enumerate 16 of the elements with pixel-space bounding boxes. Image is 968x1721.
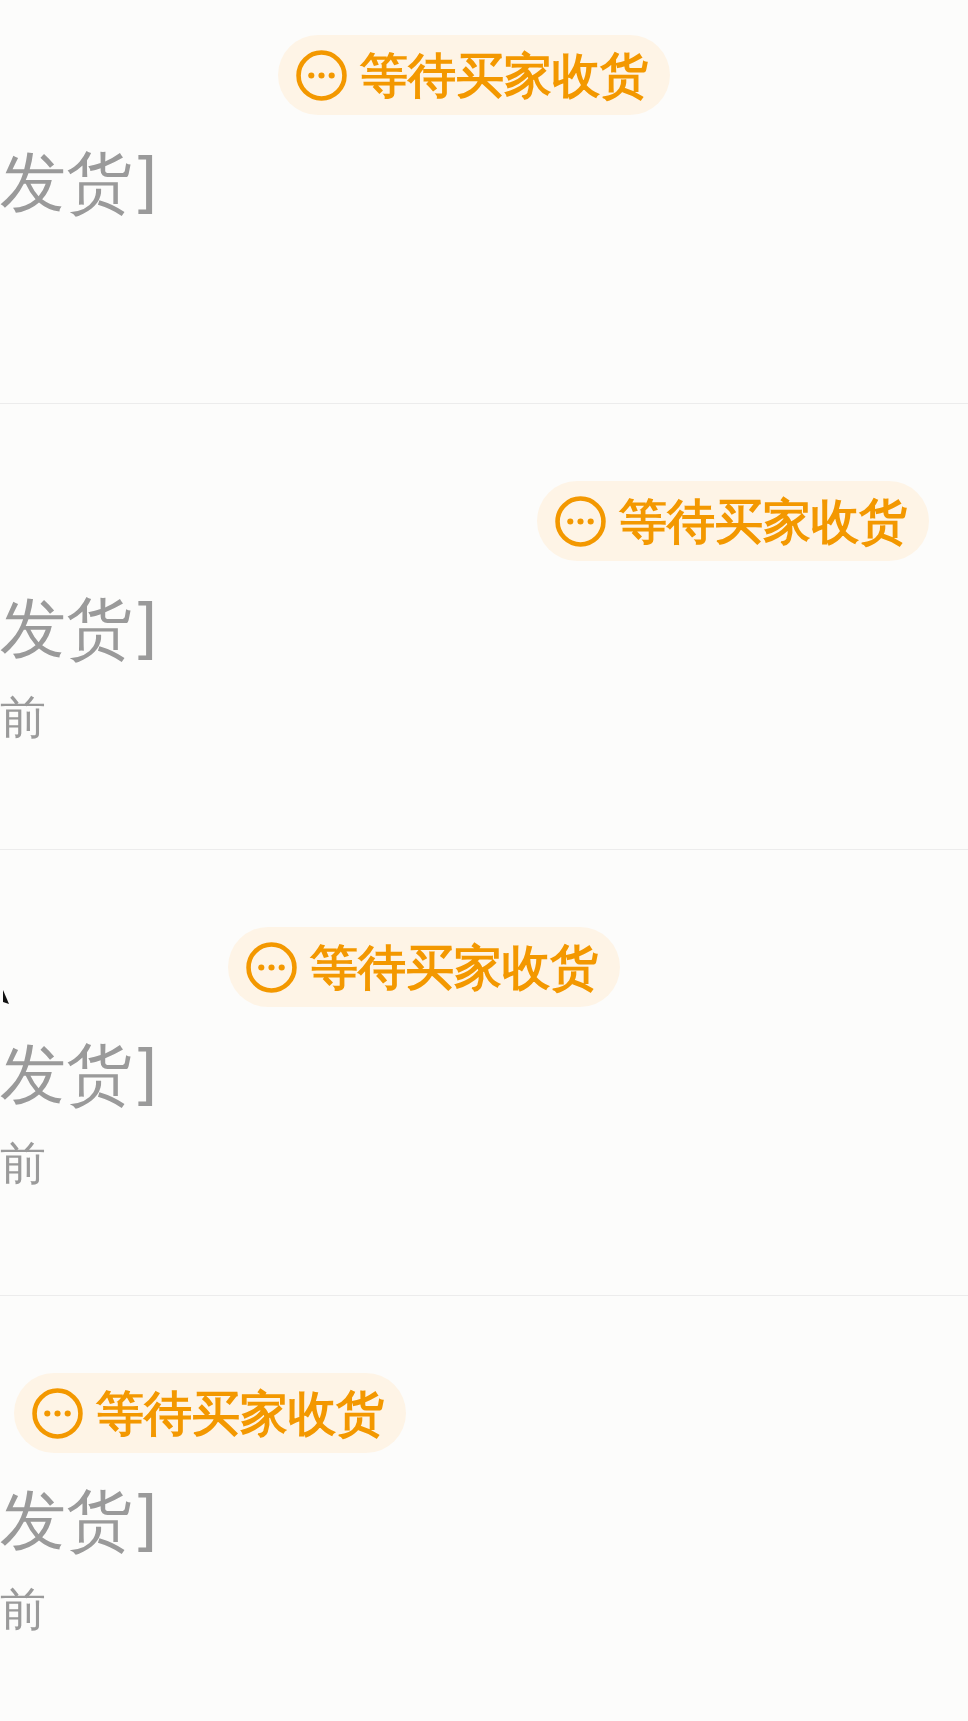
order-time: 前 bbox=[0, 691, 47, 743]
pointer-tip-icon bbox=[3, 990, 9, 1004]
more-dots-icon bbox=[32, 1387, 83, 1439]
order-time: 前 bbox=[0, 1583, 47, 1635]
more-dots-icon bbox=[246, 941, 297, 993]
product-title: 发货] bbox=[0, 593, 159, 666]
status-label: 等待买家收货 bbox=[310, 943, 598, 991]
product-title: 发货] bbox=[0, 1485, 159, 1558]
order-time: 前 bbox=[0, 1137, 47, 1189]
status-label: 等待买家收货 bbox=[619, 497, 907, 545]
product-title: 发货] bbox=[0, 147, 159, 220]
product-title: 发货] bbox=[0, 1039, 159, 1112]
status-label: 等待买家收货 bbox=[96, 1389, 384, 1437]
more-dots-icon bbox=[555, 495, 606, 547]
more-dots-icon bbox=[296, 49, 347, 101]
status-label: 等待买家收货 bbox=[360, 51, 648, 99]
